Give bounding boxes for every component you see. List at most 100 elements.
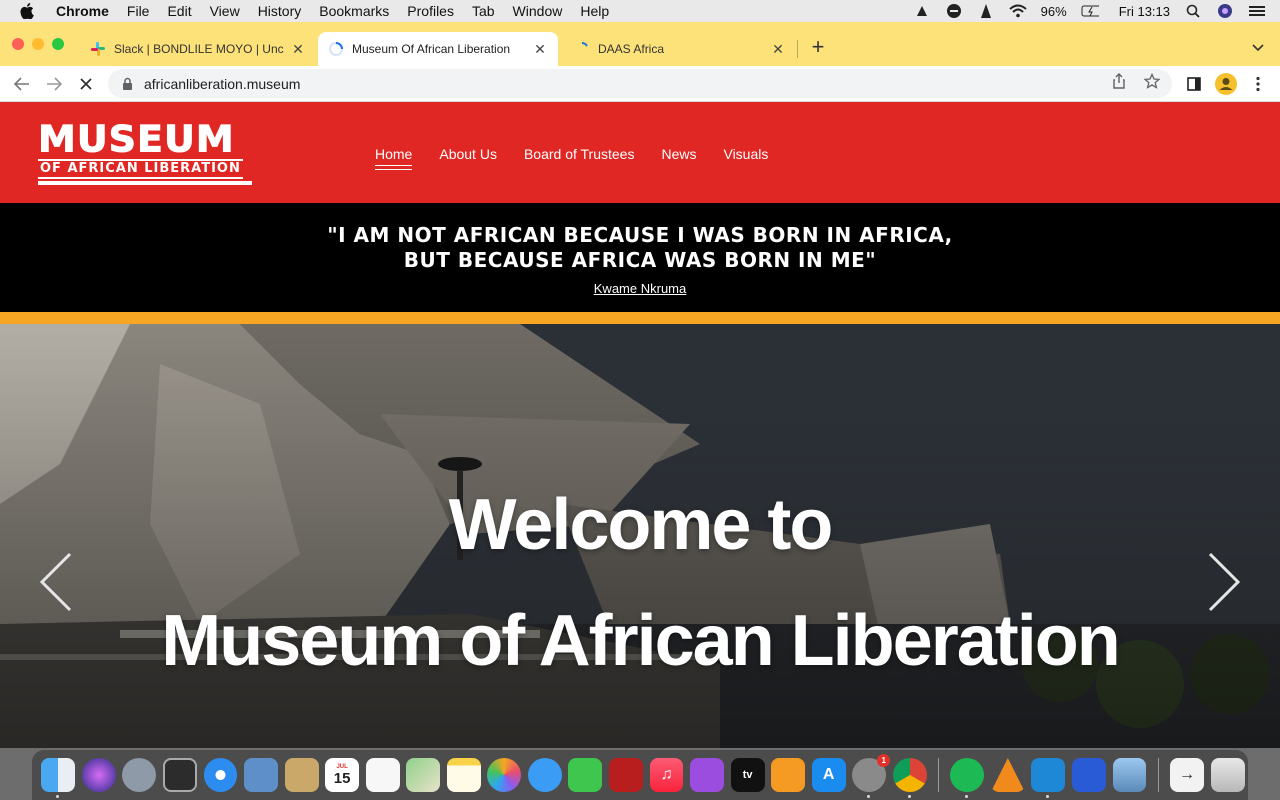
mail-icon[interactable] — [244, 758, 278, 792]
share-icon[interactable] — [1112, 73, 1126, 94]
cyberduck-icon[interactable] — [1071, 758, 1106, 792]
menu-help[interactable]: Help — [571, 3, 618, 19]
trash-icon[interactable] — [1210, 758, 1245, 792]
dock-divider — [1157, 758, 1159, 792]
running-indicator — [907, 795, 911, 798]
new-tab-button[interactable]: + — [806, 33, 830, 61]
site-header: MUSEUM OF AFRICAN LIBERATION Home About … — [0, 102, 1280, 203]
menu-window[interactable]: Window — [504, 3, 572, 19]
mission-control-icon[interactable] — [162, 758, 197, 792]
lock-icon[interactable] — [120, 77, 134, 91]
calendar-icon[interactable]: JUL 15 — [325, 758, 360, 792]
notes-icon[interactable] — [446, 758, 481, 792]
apple-menu-icon[interactable] — [18, 2, 36, 20]
notification-badge: 1 — [877, 754, 891, 767]
tab-close-icon[interactable]: ✕ — [532, 41, 548, 58]
reminders-icon[interactable] — [365, 758, 400, 792]
profile-avatar[interactable] — [1213, 71, 1239, 97]
photos-icon[interactable] — [487, 758, 522, 792]
web-page: MUSEUM OF AFRICAN LIBERATION Home About … — [0, 102, 1280, 748]
maps-icon[interactable] — [406, 758, 441, 792]
quote-line-2: but because Africa was born in me" — [403, 248, 877, 272]
menu-view[interactable]: View — [201, 3, 249, 19]
menu-file[interactable]: File — [118, 3, 159, 19]
side-panel-icon[interactable] — [1181, 71, 1207, 97]
running-indicator — [867, 795, 871, 798]
wifi-icon[interactable] — [1008, 3, 1027, 19]
battery-percent: 96% — [1040, 3, 1067, 19]
minimize-window-button[interactable] — [32, 38, 44, 50]
finder-icon[interactable] — [41, 758, 76, 798]
tab-title: Slack | BONDLILE MOYO | Unc — [114, 42, 284, 56]
facetime-icon[interactable] — [568, 758, 603, 792]
tab-daas-africa[interactable]: DAAS Africa ✕ — [564, 32, 796, 66]
vlc-icon[interactable] — [990, 758, 1025, 792]
hero-heading-line-2: Museum of African Liberation — [161, 601, 1120, 681]
messages-icon[interactable] — [527, 758, 562, 792]
browser-toolbar: africanliberation.museum — [0, 66, 1280, 102]
macos-menu-bar: Chrome File Edit View History Bookmarks … — [0, 0, 1280, 22]
do-not-disturb-icon[interactable] — [945, 3, 963, 19]
tab-close-icon[interactable]: ✕ — [770, 41, 786, 58]
chrome-menu-icon[interactable] — [1245, 71, 1271, 97]
menu-bookmarks[interactable]: Bookmarks — [310, 3, 398, 19]
quote-author-link[interactable]: Kwame Nkruma — [0, 281, 1280, 296]
control-center-icon[interactable] — [1248, 3, 1266, 19]
safari-icon[interactable] — [203, 758, 238, 792]
forward-arrow-icon[interactable] — [41, 71, 67, 97]
nav-about-us[interactable]: About Us — [439, 146, 497, 162]
chrome-icon[interactable] — [892, 758, 927, 798]
contacts-icon[interactable] — [284, 758, 319, 792]
quote-band: "I am not African because I was born in … — [0, 203, 1280, 312]
back-arrow-icon[interactable] — [9, 71, 35, 97]
carousel-prev-chevron-icon[interactable] — [38, 550, 74, 614]
menu-profiles[interactable]: Profiles — [398, 3, 463, 19]
preview-icon[interactable] — [1112, 758, 1147, 792]
quote-line-1: "I am not African because I was born in … — [327, 223, 953, 247]
app-store-icon[interactable]: A — [811, 758, 846, 792]
photo-booth-icon[interactable] — [608, 758, 643, 792]
menu-tab[interactable]: Tab — [463, 3, 504, 19]
podcasts-icon[interactable] — [690, 758, 725, 792]
downloads-stack-icon[interactable]: → — [1170, 758, 1205, 792]
carousel-next-chevron-icon[interactable] — [1206, 550, 1242, 614]
nav-news[interactable]: News — [661, 146, 696, 162]
battery-icon[interactable] — [1081, 3, 1099, 19]
calendar-day: 15 — [333, 769, 351, 787]
museum-logo[interactable]: MUSEUM OF AFRICAN LIBERATION — [38, 120, 256, 185]
nav-home[interactable]: Home — [375, 146, 413, 170]
menu-history[interactable]: History — [249, 3, 311, 19]
clock[interactable]: Fri 13:13 — [1119, 4, 1170, 19]
url-text[interactable]: africanliberation.museum — [144, 76, 300, 92]
launchpad-icon[interactable] — [122, 758, 157, 792]
menu-edit[interactable]: Edit — [158, 3, 200, 19]
nav-visuals[interactable]: Visuals — [723, 146, 768, 162]
zoom-window-button[interactable] — [52, 38, 64, 50]
main-nav: Home About Us Board of Trustees News Vis… — [375, 146, 768, 170]
system-preferences-icon[interactable]: 1 — [852, 754, 891, 798]
cloud-app-icon[interactable] — [913, 3, 931, 19]
tv-icon[interactable]: tv — [730, 758, 765, 792]
spotlight-search-icon[interactable] — [1184, 3, 1202, 19]
close-window-button[interactable] — [12, 38, 24, 50]
tab-close-icon[interactable]: ✕ — [290, 41, 306, 58]
address-bar[interactable]: africanliberation.museum — [108, 69, 1172, 98]
menu-app-name[interactable]: Chrome — [50, 3, 118, 19]
tab-slack[interactable]: Slack | BONDLILE MOYO | Unc ✕ — [80, 32, 316, 66]
tab-museum[interactable]: Museum Of African Liberation ✕ — [318, 32, 558, 66]
quote: "I am not African because I was born in … — [0, 223, 1280, 273]
status-area: 96% Fri 13:13 — [913, 3, 1280, 19]
siri-icon[interactable] — [1216, 3, 1234, 19]
books-icon[interactable] — [771, 758, 806, 792]
siri-icon[interactable] — [81, 758, 116, 792]
nav-board-of-trustees[interactable]: Board of Trustees — [524, 146, 635, 162]
music-icon[interactable]: ♫ — [649, 758, 684, 792]
vscode-icon[interactable] — [1031, 758, 1066, 798]
logo-subtitle: OF AFRICAN LIBERATION — [38, 159, 243, 179]
stop-loading-icon[interactable] — [73, 71, 99, 97]
tab-search-chevron-icon[interactable] — [1250, 40, 1266, 56]
bookmark-star-icon[interactable] — [1143, 72, 1161, 94]
spotify-icon[interactable] — [950, 758, 985, 798]
vlc-status-icon[interactable] — [977, 3, 995, 19]
running-indicator — [56, 795, 60, 798]
